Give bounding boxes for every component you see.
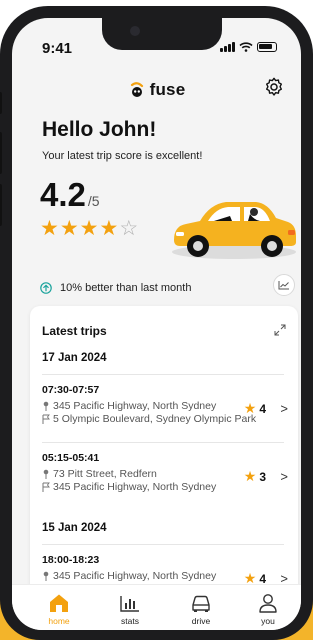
nav-label-you: you <box>261 616 275 626</box>
stats-chart-button[interactable] <box>273 274 295 296</box>
star-icon: ★ <box>243 468 257 484</box>
trip-date-header: 17 Jan 2024 <box>42 352 107 364</box>
car-icon <box>192 595 210 612</box>
divider <box>42 374 284 375</box>
fuse-logo-icon <box>130 82 143 97</box>
trip-date-header: 15 Jan 2024 <box>42 522 107 534</box>
star-filled-icon: ★ <box>99 217 119 240</box>
home-icon <box>50 594 68 612</box>
camera <box>130 26 140 36</box>
latest-trips-title: Latest trips <box>42 324 107 338</box>
star-filled-icon: ★ <box>79 217 99 240</box>
wifi-icon <box>239 42 253 52</box>
improvement-text: 10% better than last month <box>60 282 192 294</box>
nav-item-drive[interactable]: drive <box>176 593 226 626</box>
status-icons <box>220 42 277 52</box>
chevron-right-icon: > <box>280 401 288 416</box>
app-screen: 9:41 fuse Hello John! Your latest trip s… <box>12 18 301 630</box>
location-pin-icon <box>43 571 49 581</box>
signal-icon <box>220 42 235 52</box>
nav-item-home[interactable]: home <box>34 593 84 626</box>
trip-time: 18:00-18:23 <box>42 554 100 566</box>
score-max: /5 <box>87 193 100 209</box>
star-icon: ★ <box>243 400 257 416</box>
greeting-title: Hello John! <box>42 118 157 141</box>
flag-icon <box>42 414 50 424</box>
user-icon <box>259 594 277 613</box>
notch <box>102 18 222 50</box>
arrow-up-circle-icon <box>40 282 52 294</box>
trip-origin-address: 345 Pacific Highway, North Sydney <box>53 399 217 412</box>
settings-gear-icon[interactable] <box>263 76 285 98</box>
app-logo: fuse <box>12 78 301 102</box>
trip-origin-address: 345 Pacific Highway, North Sydney <box>53 569 217 582</box>
car-illustration-icon <box>172 202 296 259</box>
divider <box>42 442 284 443</box>
trip-destination-address: 345 Pacific Highway, North Sydney <box>53 480 217 493</box>
trip-destination-address: 5 Olympic Boulevard, Sydney Olympic Park <box>53 412 257 425</box>
bottom-nav: home stats drive you <box>12 584 301 630</box>
trip-score: ★ 3 <box>244 468 266 485</box>
trip-time: 07:30-07:57 <box>42 384 100 396</box>
star-empty-icon: ☆ <box>119 217 139 240</box>
expand-icon[interactable] <box>274 324 286 336</box>
trip-score-value: 4 <box>259 401 266 416</box>
star-filled-icon: ★ <box>59 217 79 240</box>
latest-trips-card: Latest trips 17 Jan 2024 07:30-07:57 345… <box>30 306 298 606</box>
score-stars: ★ ★ ★ ★ ☆ <box>40 218 138 239</box>
brand-name: fuse <box>149 80 186 99</box>
nav-label-stats: stats <box>121 616 139 626</box>
chevron-right-icon: > <box>280 469 288 484</box>
divider <box>42 544 284 545</box>
trip-score-value: 3 <box>259 469 266 484</box>
trip-score: ★ 4 <box>244 400 266 417</box>
score-value: 4.2 <box>40 176 86 213</box>
location-pin-icon <box>43 469 49 479</box>
star-filled-icon: ★ <box>40 217 59 240</box>
line-chart-icon <box>278 281 289 290</box>
status-time: 9:41 <box>42 40 73 57</box>
nav-item-stats[interactable]: stats <box>105 593 155 626</box>
stats-icon <box>120 596 139 612</box>
flag-icon <box>42 482 50 492</box>
location-pin-icon <box>43 401 49 411</box>
nav-label-home: home <box>48 616 70 626</box>
trip-row[interactable]: 07:30-07:57 345 Pacific Highway, North S… <box>42 384 292 442</box>
score-subtitle: Your latest trip score is excellent! <box>42 150 203 162</box>
improvement-row: 10% better than last month <box>12 266 301 302</box>
trip-row[interactable]: 05:15-05:41 73 Pitt Street, Redfern 345 … <box>42 452 292 510</box>
battery-icon <box>257 42 277 52</box>
nav-item-you[interactable]: you <box>243 593 293 626</box>
phone-frame: 9:41 fuse Hello John! Your latest trip s… <box>0 6 313 640</box>
trip-time: 05:15-05:41 <box>42 452 100 464</box>
nav-label-drive: drive <box>191 616 211 626</box>
trip-score: 4.2/5 <box>40 176 100 214</box>
trip-origin-address: 73 Pitt Street, Redfern <box>53 467 157 480</box>
